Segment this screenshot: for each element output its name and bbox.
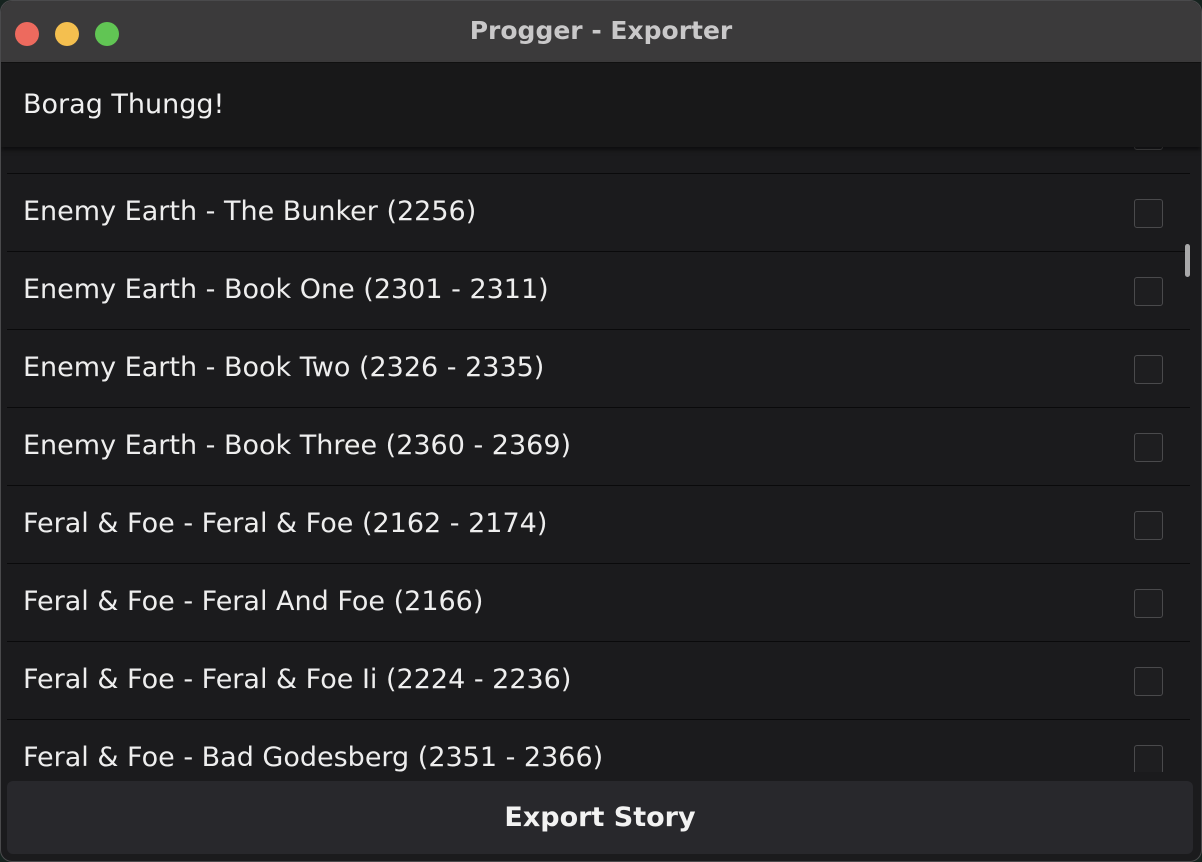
story-label: Feral & Foe - Feral & Foe Ii (2224 - 223… (23, 664, 572, 695)
list-item[interactable]: Enemy Earth - Book Three (2360 - 2369) (7, 408, 1190, 486)
story-checkbox[interactable] (1134, 433, 1163, 462)
story-label: Feral & Foe - Feral And Foe (2166) (23, 586, 484, 617)
story-checkbox[interactable] (1134, 355, 1163, 384)
list-item[interactable]: Feral & Foe - Feral & Foe Ii (2224 - 223… (7, 642, 1190, 720)
story-label: Enemy Earth - The Bunker (2256) (23, 196, 477, 227)
story-checkbox[interactable] (1134, 667, 1163, 696)
story-list[interactable]: Enemy Earth - The Bunker (2256) Enemy Ear… (7, 96, 1190, 772)
greeting-header: Borag Thungg! (1, 63, 1201, 147)
story-label: Enemy Earth - Book One (2301 - 2311) (23, 274, 549, 305)
story-checkbox[interactable] (1134, 277, 1163, 306)
app-window: Progger - Exporter Borag Thungg! Enemy E… (0, 0, 1202, 862)
list-item[interactable]: Feral & Foe - Bad Godesberg (2351 - 2366… (7, 720, 1190, 772)
window-title: Progger - Exporter (469, 16, 733, 45)
story-checkbox[interactable] (1134, 589, 1163, 618)
title-bar: Progger - Exporter (1, 1, 1201, 63)
story-label: Feral & Foe - Bad Godesberg (2351 - 2366… (23, 742, 604, 772)
list-item[interactable]: Enemy Earth - Book One (2301 - 2311) (7, 252, 1190, 330)
story-checkbox[interactable] (1134, 745, 1163, 772)
story-label: Enemy Earth - Book Two (2326 - 2335) (23, 352, 545, 383)
story-checkbox[interactable] (1134, 511, 1163, 540)
list-item[interactable]: Feral & Foe - Feral & Foe (2162 - 2174) (7, 486, 1190, 564)
list-item[interactable]: Feral & Foe - Feral And Foe (2166) (7, 564, 1190, 642)
list-item[interactable]: Enemy Earth - Book Two (2326 - 2335) (7, 330, 1190, 408)
greeting-text: Borag Thungg! (23, 89, 225, 120)
list-scrollbar[interactable] (1185, 244, 1190, 277)
story-checkbox[interactable] (1134, 199, 1163, 228)
export-story-button[interactable]: Export Story (7, 781, 1193, 854)
story-label: Enemy Earth - Book Three (2360 - 2369) (23, 430, 572, 461)
story-label: Feral & Foe - Feral & Foe (2162 - 2174) (23, 508, 548, 539)
list-item[interactable]: Enemy Earth - The Bunker (2256) (7, 174, 1190, 252)
